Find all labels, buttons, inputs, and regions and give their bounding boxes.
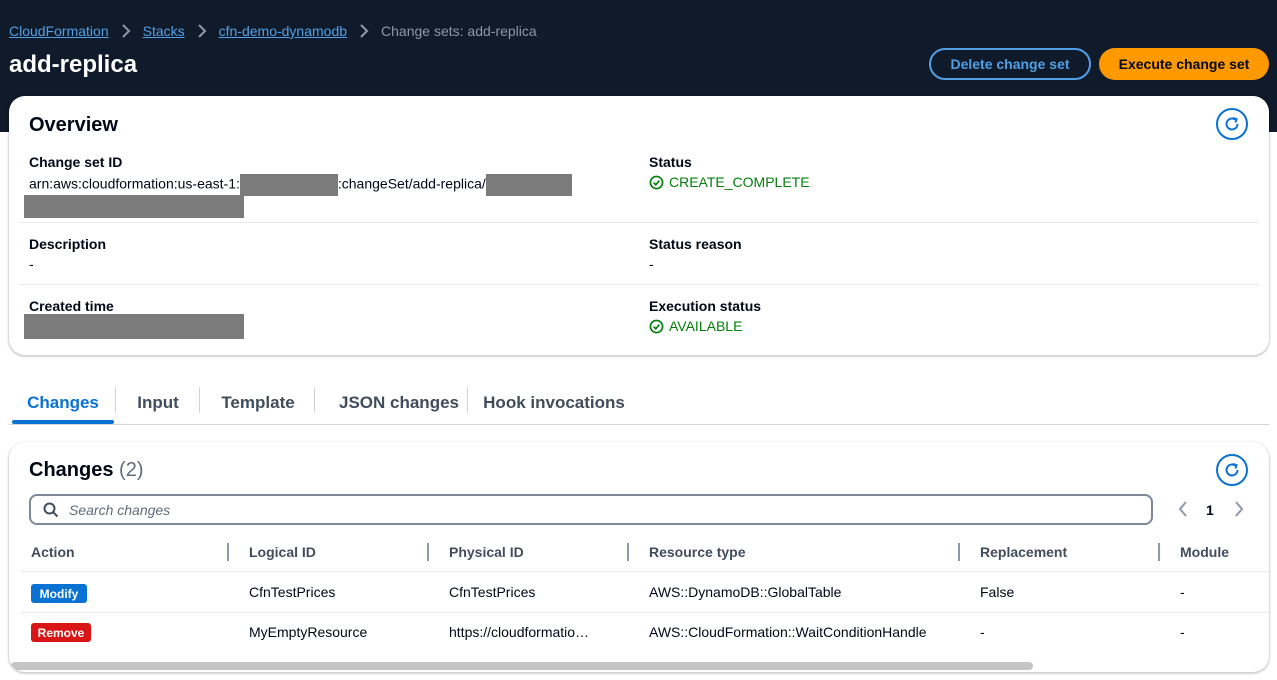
table-divider xyxy=(21,612,1269,613)
tab-separator xyxy=(115,387,116,413)
column-header-logical-id[interactable]: Logical ID xyxy=(249,544,316,560)
execution-status-label: Execution status xyxy=(649,298,762,314)
resource-type-cell: AWS::DynamoDB::GlobalTable xyxy=(649,584,842,600)
status-label: Status xyxy=(649,154,692,170)
tab-json-changes[interactable]: JSON changes xyxy=(327,383,471,423)
column-resizer[interactable] xyxy=(958,543,960,561)
redacted-block xyxy=(24,195,244,218)
breadcrumb-link-stack[interactable]: cfn-demo-dynamodb xyxy=(219,23,347,39)
module-cell: - xyxy=(1180,624,1185,640)
changes-title-text: Changes xyxy=(29,459,114,481)
changes-panel: Changes (2) 1 Action Logical ID Physical… xyxy=(9,442,1269,672)
change-set-id-label: Change set ID xyxy=(29,154,123,170)
replacement-cell: - xyxy=(980,624,985,640)
scrollbar-thumb[interactable] xyxy=(11,662,1033,670)
refresh-changes-button[interactable] xyxy=(1216,454,1248,486)
search-input[interactable] xyxy=(69,501,669,518)
module-cell: - xyxy=(1180,584,1185,600)
tab-separator xyxy=(199,387,200,413)
change-set-id-value: arn:aws:cloudformation:us-east-1: :change… xyxy=(29,174,572,196)
description-label: Description xyxy=(29,236,107,252)
execution-status-text: AVAILABLE xyxy=(669,318,743,334)
search-icon xyxy=(43,502,59,517)
pagination-next[interactable] xyxy=(1233,500,1245,521)
status-reason-value: - xyxy=(649,256,654,272)
resource-type-cell: AWS::CloudFormation::WaitConditionHandle xyxy=(649,624,927,640)
description-value: - xyxy=(29,256,34,272)
tab-changes[interactable]: Changes xyxy=(12,383,114,423)
modify-badge: Modify xyxy=(31,584,87,603)
execution-status-value: AVAILABLE xyxy=(649,318,742,334)
breadcrumb-link-stacks[interactable]: Stacks xyxy=(143,23,185,39)
column-resizer[interactable] xyxy=(627,543,629,561)
tab-input[interactable]: Input xyxy=(123,383,193,423)
remove-badge: Remove xyxy=(31,623,91,642)
overview-panel: Overview Change set ID arn:aws:cloudform… xyxy=(9,96,1269,355)
status-value: CREATE_COMPLETE xyxy=(649,174,810,190)
tab-separator xyxy=(467,387,468,413)
status-text: CREATE_COMPLETE xyxy=(669,174,810,190)
created-time-label: Created time xyxy=(29,298,114,314)
column-resizer[interactable] xyxy=(427,543,429,561)
tab-hook-invocations[interactable]: Hook invocations xyxy=(479,383,629,423)
delete-change-set-button[interactable]: Delete change set xyxy=(929,48,1091,80)
divider xyxy=(19,284,1259,285)
column-header-resource-type[interactable]: Resource type xyxy=(649,544,745,560)
redacted-block xyxy=(24,314,244,339)
active-tab-indicator xyxy=(12,420,114,424)
change-set-id-middle: :changeSet/add-replica/ xyxy=(337,175,486,192)
physical-id-cell: https://cloudformatio… xyxy=(449,624,590,640)
pagination-prev[interactable] xyxy=(1177,500,1189,521)
column-resizer[interactable] xyxy=(227,543,229,561)
refresh-icon xyxy=(1225,117,1239,131)
chevron-right-icon xyxy=(1235,501,1244,517)
page-title: add-replica xyxy=(9,51,138,78)
changes-count: (2) xyxy=(119,459,144,481)
column-header-physical-id[interactable]: Physical ID xyxy=(449,544,524,560)
execute-change-set-button[interactable]: Execute change set xyxy=(1099,48,1269,80)
chevron-right-icon xyxy=(359,24,369,38)
breadcrumb-current: Change sets: add-replica xyxy=(381,23,537,39)
status-reason-label: Status reason xyxy=(649,236,742,252)
changes-title: Changes (2) xyxy=(29,459,143,482)
chevron-right-icon xyxy=(197,24,207,38)
replacement-cell: False xyxy=(980,584,1015,600)
change-set-id-prefix: arn:aws:cloudformation:us-east-1: xyxy=(29,175,240,192)
physical-id-cell: CfnTestPrices xyxy=(449,584,536,600)
column-header-replacement[interactable]: Replacement xyxy=(980,544,1067,560)
tab-template[interactable]: Template xyxy=(209,383,307,423)
logical-id-cell: CfnTestPrices xyxy=(249,584,336,600)
tab-separator xyxy=(314,387,315,413)
divider xyxy=(19,222,1259,223)
table-divider xyxy=(21,571,1269,572)
tab-bar: Changes Input Template JSON changes Hook… xyxy=(9,383,1269,425)
chevron-left-icon xyxy=(1178,501,1187,517)
column-header-action[interactable]: Action xyxy=(31,544,75,560)
breadcrumb: CloudFormation Stacks cfn-demo-dynamodb … xyxy=(9,21,537,41)
chevron-right-icon xyxy=(121,24,131,38)
breadcrumb-link-cloudformation[interactable]: CloudFormation xyxy=(9,23,109,39)
redacted-block xyxy=(239,174,338,196)
logical-id-cell: MyEmptyResource xyxy=(249,624,368,640)
overview-title: Overview xyxy=(29,114,118,136)
success-icon xyxy=(649,319,664,333)
column-header-module[interactable]: Module xyxy=(1180,544,1229,560)
pagination-page-1[interactable]: 1 xyxy=(1206,502,1214,518)
refresh-icon xyxy=(1225,463,1239,477)
column-resizer[interactable] xyxy=(1158,543,1160,561)
redacted-block xyxy=(485,174,572,196)
success-icon xyxy=(649,175,664,189)
search-field[interactable] xyxy=(29,494,1153,525)
refresh-overview-button[interactable] xyxy=(1216,108,1248,140)
